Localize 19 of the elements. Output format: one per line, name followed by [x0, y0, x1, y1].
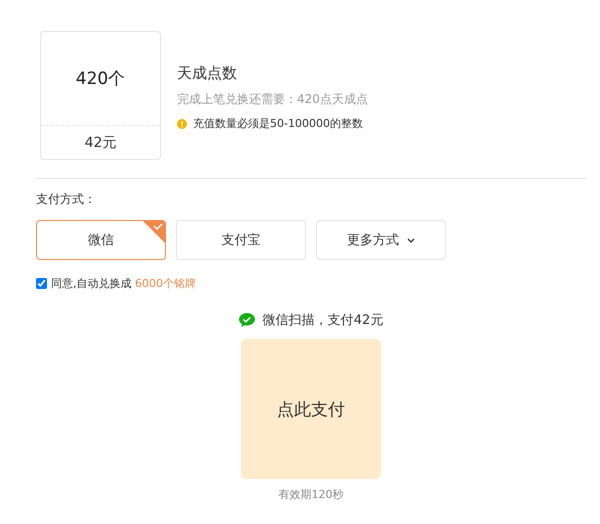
warning-icon	[177, 118, 187, 128]
agree-checkbox[interactable]	[36, 278, 47, 289]
pay-button[interactable]: 点此支付	[241, 339, 381, 479]
payment-method-button[interactable]: 支付宝	[176, 220, 306, 260]
expiry-text: 有效期120秒	[278, 487, 344, 502]
package-amount: 420个	[41, 32, 160, 126]
payment-method-button[interactable]: 微信	[36, 220, 166, 260]
payment-method-button[interactable]: 更多方式	[316, 220, 446, 260]
requirement-text: 完成上笔兑换还需要：420点天成点	[177, 91, 368, 108]
chat-bubble-icon	[238, 313, 255, 327]
payment-label: 支付方式：	[36, 191, 97, 208]
package-card[interactable]: 420个 42元	[40, 31, 161, 160]
scan-title: 微信扫描，支付42元	[262, 312, 384, 329]
warning-text: 充值数量必须是50-100000的整数	[193, 116, 363, 131]
points-title: 天成点数	[177, 64, 238, 83]
selected-check-icon	[143, 221, 165, 243]
agreement-text: 同意,自动兑换成 6000个铭牌	[51, 276, 196, 291]
package-price: 42元	[84, 134, 118, 152]
chevron-down-icon	[407, 238, 415, 242]
